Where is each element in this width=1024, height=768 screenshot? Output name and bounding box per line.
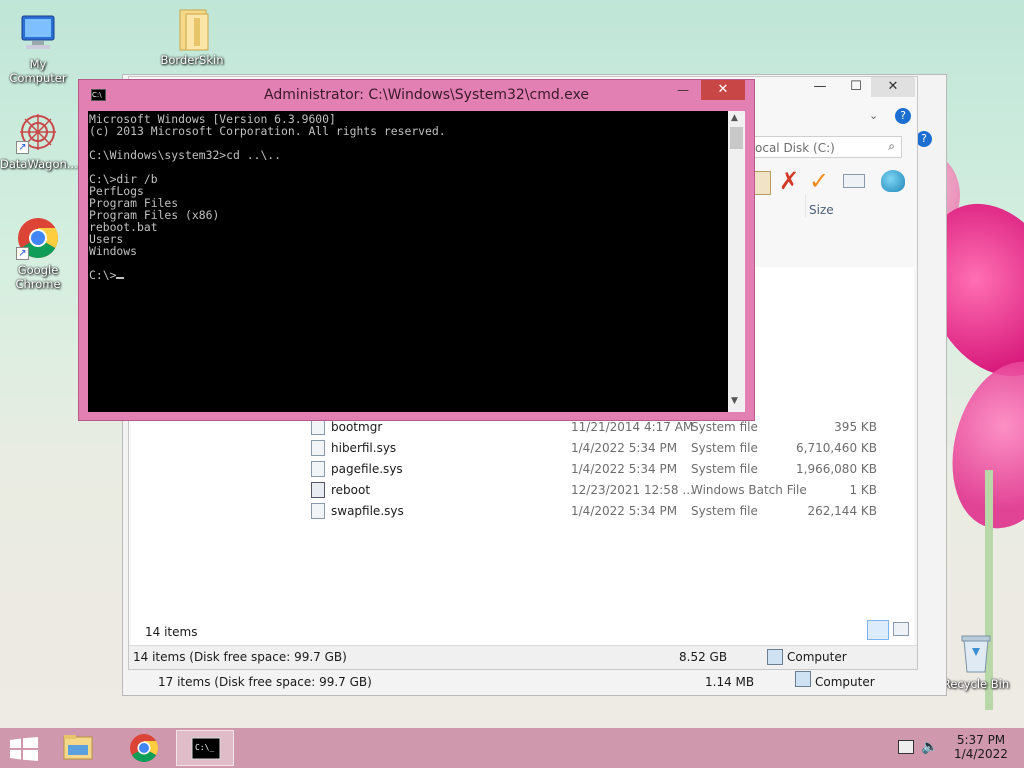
computer-icon bbox=[767, 649, 783, 665]
search-icon: ⌕ bbox=[888, 139, 895, 153]
shortcut-arrow-icon: ↗ bbox=[16, 141, 29, 154]
scrollbar[interactable]: ▲ ▼ bbox=[728, 111, 745, 412]
console-prompt: C:\> bbox=[89, 268, 117, 282]
maximize-button[interactable]: ☐ bbox=[841, 77, 871, 97]
status-size: 1.14 MB bbox=[705, 675, 755, 689]
details-view-icon[interactable] bbox=[867, 620, 889, 640]
close-button[interactable]: ✕ bbox=[871, 77, 915, 97]
status-location: Computer bbox=[815, 675, 875, 689]
svg-text:C:\_: C:\_ bbox=[195, 743, 214, 752]
console-text: Microsoft Windows [Version 6.3.9600] (c)… bbox=[89, 112, 446, 258]
close-button[interactable]: ✕ bbox=[701, 80, 745, 100]
desktop-icon-my-computer[interactable]: My Computer bbox=[0, 10, 76, 85]
datawagon-icon: ↗ bbox=[16, 110, 60, 154]
cmd-icon: C:\ bbox=[91, 89, 106, 101]
clock[interactable]: 5:37 PM 1/4/2022 bbox=[948, 733, 1014, 761]
cmd-window[interactable]: C:\ Administrator: C:\Windows\System32\c… bbox=[78, 79, 755, 421]
properties-icon[interactable] bbox=[843, 174, 865, 188]
delete-icon[interactable]: ✗ bbox=[779, 167, 799, 195]
file-row[interactable]: reboot 12/23/2021 12:58 ... Windows Batc… bbox=[311, 480, 891, 501]
computer-icon bbox=[16, 10, 60, 54]
console-output[interactable]: Microsoft Windows [Version 6.3.9600] (c)… bbox=[88, 111, 728, 412]
start-button[interactable] bbox=[10, 737, 38, 764]
status-text: 17 items (Disk free space: 99.7 GB) bbox=[158, 675, 372, 689]
computer-icon bbox=[795, 671, 811, 687]
scrollbar-thumb[interactable] bbox=[730, 127, 743, 149]
folder-icon bbox=[170, 6, 214, 51]
status-size: 8.52 GB bbox=[679, 650, 728, 664]
desktop-icon-datawagon[interactable]: ↗ DataWagon... bbox=[0, 110, 78, 171]
column-header-size[interactable]: Size bbox=[809, 203, 834, 217]
network-icon[interactable] bbox=[898, 740, 914, 754]
batch-file-icon bbox=[311, 482, 325, 498]
scroll-down-icon[interactable]: ▼ bbox=[731, 396, 738, 406]
title-bar[interactable]: C:\ Administrator: C:\Windows\System32\c… bbox=[79, 80, 754, 110]
search-input[interactable]: ocal Disk (C:) ⌕ bbox=[752, 136, 902, 158]
chrome-icon: ↗ bbox=[16, 216, 60, 260]
shell-icon[interactable] bbox=[881, 170, 905, 192]
status-bar: 14 items (Disk free space: 99.7 GB) 8.52… bbox=[129, 645, 917, 669]
desktop-icon-borderskin[interactable]: BorderSkin bbox=[154, 6, 230, 67]
desktop-icon-label: BorderSkin bbox=[160, 53, 224, 67]
taskbar-cmd-button[interactable]: C:\_ bbox=[176, 730, 234, 766]
clock-date: 1/4/2022 bbox=[954, 747, 1008, 761]
shortcut-arrow-icon: ↗ bbox=[16, 247, 29, 260]
taskbar-chrome-button[interactable] bbox=[118, 730, 170, 766]
search-placeholder: ocal Disk (C:) bbox=[755, 141, 835, 155]
file-row[interactable]: pagefile.sys 1/4/2022 5:34 PM System fil… bbox=[311, 459, 891, 480]
file-row[interactable]: swapfile.sys 1/4/2022 5:34 PM System fil… bbox=[311, 501, 891, 522]
taskbar-file-explorer-button[interactable] bbox=[52, 730, 104, 766]
system-file-icon bbox=[311, 440, 325, 456]
item-count: 14 items bbox=[145, 625, 198, 639]
taskbar: C:\_ 🔈 5:37 PM 1/4/2022 bbox=[0, 728, 1024, 768]
minimize-button[interactable]: — bbox=[805, 77, 835, 97]
minimize-button[interactable]: — bbox=[677, 83, 689, 97]
status-text: 14 items (Disk free space: 99.7 GB) bbox=[133, 650, 347, 664]
desktop-icon-label: My Computer bbox=[9, 57, 67, 85]
help-icon[interactable]: ? bbox=[916, 131, 932, 147]
text-cursor bbox=[116, 277, 125, 279]
volume-muted-icon[interactable]: 🔈 bbox=[921, 739, 938, 755]
chevron-down-icon[interactable]: ⌄ bbox=[869, 109, 878, 122]
system-file-icon bbox=[311, 419, 325, 435]
system-file-icon bbox=[311, 461, 325, 477]
large-icons-view-icon[interactable] bbox=[893, 622, 909, 636]
status-location: Computer bbox=[787, 650, 847, 664]
desktop-icon-label: DataWagon... bbox=[0, 157, 78, 171]
window-title: Administrator: C:\Windows\System32\cmd.e… bbox=[264, 87, 590, 103]
desktop-icon-label: Google Chrome bbox=[15, 263, 61, 291]
recycle-bin-icon bbox=[954, 630, 998, 674]
wallpaper-flower bbox=[934, 348, 1024, 542]
desktop-icon-label: Recycle Bin bbox=[942, 677, 1010, 691]
file-row[interactable]: hiberfil.sys 1/4/2022 5:34 PM System fil… bbox=[311, 438, 891, 459]
clock-time: 5:37 PM bbox=[956, 733, 1006, 747]
desktop-icon-google-chrome[interactable]: ↗ Google Chrome bbox=[0, 216, 76, 291]
checkmark-icon[interactable]: ✓ bbox=[809, 167, 829, 195]
scroll-up-icon[interactable]: ▲ bbox=[731, 113, 738, 123]
system-file-icon bbox=[311, 503, 325, 519]
desktop-icon-recycle-bin[interactable]: Recycle Bin bbox=[938, 630, 1014, 691]
help-icon[interactable]: ? bbox=[895, 108, 911, 124]
